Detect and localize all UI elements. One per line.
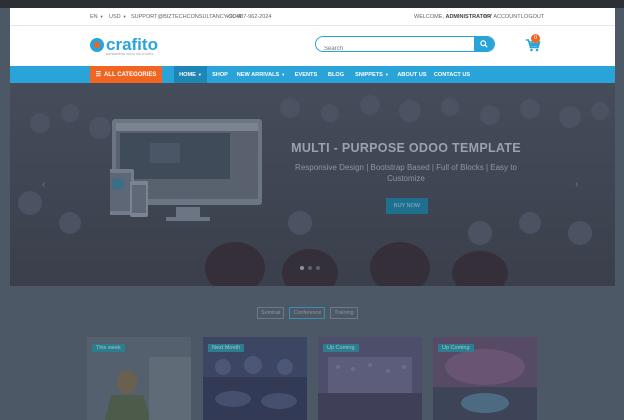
event-card[interactable]: Up Coming [318, 337, 422, 420]
nav-item-label: SHOP [212, 71, 228, 78]
logo-tagline: ENTERPRISE ODOO SOLUTIONS [106, 52, 154, 56]
support-email[interactable]: SUPPORT@BIZTECHCONSULTANCY.COM [131, 14, 241, 20]
language-label: EN [90, 14, 98, 20]
nav-item-contact-us[interactable]: CONTACT US [432, 66, 472, 83]
search-box [315, 36, 495, 52]
event-card-tag: Up Coming [438, 344, 474, 352]
logo-text: crafito [106, 35, 158, 54]
buy-now-button[interactable]: BUY NOW [386, 198, 428, 214]
slider-dot[interactable] [316, 266, 320, 270]
event-card[interactable]: This week [87, 337, 191, 420]
nav-item-label: NEW ARRIVALS [236, 71, 280, 78]
slider-dot[interactable] [300, 266, 304, 270]
all-categories-label: ALL CATEGORIES [103, 71, 157, 78]
cart-count-badge: 0 [531, 34, 540, 43]
main-nav: ☰ ALL CATEGORIES HOME ▼ SHOP NEW ARRIVALS… [10, 66, 615, 83]
welcome-prefix: WELCOME, [414, 14, 444, 20]
chevron-down-icon: ▼ [384, 72, 389, 77]
chevron-down-icon: ▼ [281, 72, 286, 77]
window-top-strip [0, 0, 624, 8]
filter-conference[interactable]: Conference [289, 307, 326, 319]
site-logo[interactable]: crafito ENTERPRISE ODOO SOLUTIONS [90, 32, 158, 58]
slider-prev-arrow[interactable]: ‹ [42, 179, 45, 190]
nav-item-label: SNIPPETS [355, 71, 383, 78]
filter-seminal[interactable]: Seminal [257, 307, 285, 319]
chevron-down-icon: ▼ [122, 14, 127, 19]
nav-item-label: CONTACT US [433, 71, 471, 78]
nav-item-events[interactable]: EVENTS [290, 66, 322, 83]
event-filter-tabs: Seminal Conference Training [257, 307, 358, 319]
top-info-bar: EN ▼ USD ▼ SUPPORT@BIZTECHCONSULTANCY.COM … [10, 8, 615, 26]
currency-selector[interactable]: USD ▼ [109, 14, 127, 20]
my-account-link[interactable]: MY ACCOUNT [484, 14, 521, 20]
event-card-tag: This week [92, 344, 125, 352]
slider-next-arrow[interactable]: › [575, 179, 578, 190]
language-selector[interactable]: EN ▼ [90, 14, 104, 20]
event-card-tag: Next Month [208, 344, 245, 352]
nav-item-new-arrivals[interactable]: NEW ARRIVALS ▼ [234, 66, 288, 83]
nav-item-shop[interactable]: SHOP [209, 66, 231, 83]
event-card-tag: Up Coming [323, 344, 359, 352]
logout-link[interactable]: LOGOUT [521, 14, 544, 20]
nav-item-home[interactable]: HOME ▼ [174, 66, 207, 83]
nav-item-label: EVENTS [294, 71, 318, 78]
logo-mark-icon [90, 38, 104, 52]
search-button[interactable] [474, 37, 494, 51]
hero-slider: ‹ › MULTI - PURPOSE ODOO TEMPLATE Respon… [10, 83, 615, 286]
site-header: EN ▼ USD ▼ SUPPORT@BIZTECHCONSULTANCY.COM … [10, 8, 615, 66]
hero-subtitle: Responsive Design | Bootstrap Based | Fu… [295, 163, 517, 183]
support-phone: +91-487-962-2024 [226, 14, 272, 20]
slider-dots [300, 266, 320, 270]
event-card[interactable]: Up Coming [433, 337, 537, 420]
nav-item-snippets[interactable]: SNIPPETS ▼ [350, 66, 394, 83]
search-input[interactable] [316, 42, 474, 51]
event-card[interactable]: Next Month [203, 337, 307, 420]
nav-item-blog[interactable]: BLOG [324, 66, 348, 83]
hero-crowd-image [10, 83, 615, 286]
chevron-down-icon: ▼ [99, 14, 104, 19]
slider-dot[interactable] [308, 266, 312, 270]
monitor-mockup-image [110, 119, 262, 221]
nav-item-label: ABOUT US [397, 71, 427, 78]
all-categories-button[interactable]: ☰ ALL CATEGORIES [90, 66, 162, 83]
page: EN ▼ USD ▼ SUPPORT@BIZTECHCONSULTANCY.COM … [0, 0, 624, 420]
search-icon [480, 40, 488, 48]
chevron-down-icon: ▼ [197, 72, 202, 77]
filter-training[interactable]: Training [330, 307, 358, 319]
nav-item-label: BLOG [327, 71, 345, 78]
welcome-text: WELCOME, ADMINISTRATOR [414, 14, 491, 20]
hero-title: MULTI - PURPOSE ODOO TEMPLATE [291, 141, 521, 155]
nav-item-label: HOME [179, 71, 196, 78]
menu-icon: ☰ [95, 72, 101, 78]
nav-item-about-us[interactable]: ABOUT US [395, 66, 429, 83]
currency-label: USD [109, 14, 121, 20]
